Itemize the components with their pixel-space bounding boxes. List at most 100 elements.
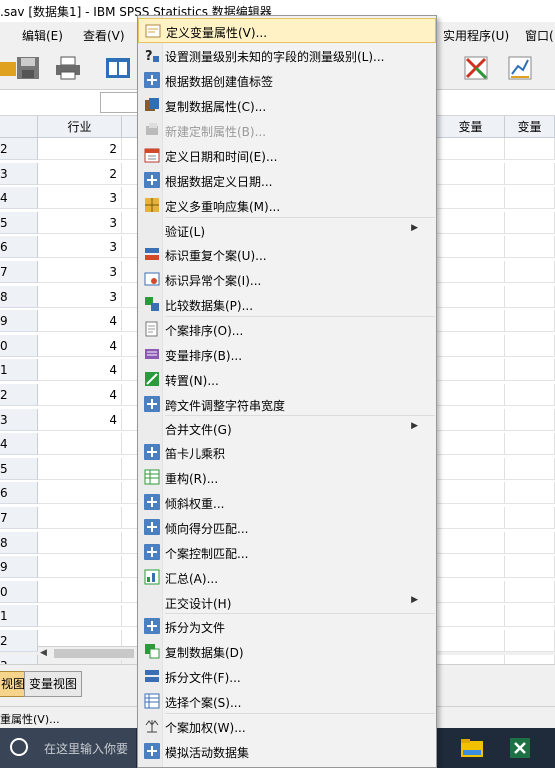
cell[interactable] bbox=[437, 482, 505, 505]
cell[interactable] bbox=[437, 507, 505, 529]
cell[interactable] bbox=[122, 433, 138, 456]
cell[interactable] bbox=[122, 384, 138, 406]
cell[interactable] bbox=[122, 335, 138, 357]
cell[interactable] bbox=[437, 334, 505, 357]
cell-editor-input[interactable] bbox=[100, 92, 140, 113]
cell-industry[interactable] bbox=[38, 507, 122, 529]
cell[interactable] bbox=[505, 359, 555, 382]
cell-industry[interactable]: 4 bbox=[38, 310, 122, 333]
cell-industry[interactable] bbox=[38, 433, 122, 456]
cell[interactable] bbox=[122, 507, 138, 529]
save-icon[interactable] bbox=[14, 54, 42, 82]
cell[interactable] bbox=[505, 507, 555, 529]
row-header[interactable]: 3 bbox=[0, 162, 38, 185]
menu-item[interactable]: 模拟活动数据集 bbox=[138, 739, 436, 764]
row-header[interactable]: 0 bbox=[0, 580, 38, 603]
menu-item[interactable]: 转置(N)... bbox=[138, 367, 436, 392]
cell-industry[interactable]: 4 bbox=[38, 408, 122, 431]
menu-item[interactable]: 选择个案(S)... bbox=[138, 689, 436, 714]
cell[interactable] bbox=[505, 433, 555, 456]
cell[interactable] bbox=[505, 531, 555, 554]
menu-item[interactable]: 正交设计(H) ▶ bbox=[138, 590, 436, 615]
tab-variable-view[interactable]: 变量视图 bbox=[24, 671, 83, 697]
row-header[interactable]: 0 bbox=[0, 334, 38, 357]
row-header[interactable]: 1 bbox=[0, 605, 38, 628]
cell[interactable] bbox=[122, 409, 138, 431]
row-header[interactable]: 4 bbox=[0, 433, 38, 456]
cell[interactable] bbox=[505, 162, 555, 185]
cell-industry[interactable] bbox=[38, 531, 122, 554]
menu-item[interactable]: 根据数据定义日期... bbox=[138, 168, 436, 193]
cell[interactable] bbox=[437, 384, 505, 406]
cell[interactable] bbox=[505, 384, 555, 406]
menu-item[interactable]: 拆分文件(F)... bbox=[138, 664, 436, 689]
column-header[interactable] bbox=[122, 116, 138, 138]
menu-item[interactable]: 变量排序(B)... bbox=[138, 342, 436, 367]
recall-dialog-icon[interactable] bbox=[104, 54, 132, 82]
cell-industry[interactable]: 4 bbox=[38, 384, 122, 406]
cell[interactable] bbox=[122, 138, 138, 160]
cell[interactable] bbox=[505, 285, 555, 308]
excel-icon[interactable] bbox=[508, 736, 532, 760]
cell[interactable] bbox=[505, 630, 555, 652]
cell[interactable] bbox=[122, 163, 138, 185]
cell[interactable] bbox=[505, 580, 555, 603]
cell-industry[interactable] bbox=[38, 457, 122, 480]
row-header[interactable]: 2 bbox=[0, 630, 38, 652]
cell[interactable] bbox=[505, 261, 555, 283]
cell[interactable] bbox=[505, 408, 555, 431]
print-icon[interactable] bbox=[54, 54, 82, 82]
row-header[interactable]: 2 bbox=[0, 384, 38, 406]
cell[interactable] bbox=[122, 212, 138, 234]
menu-item[interactable]: 标识异常个案(I)... bbox=[138, 267, 436, 292]
cell[interactable] bbox=[437, 236, 505, 259]
cell[interactable] bbox=[437, 408, 505, 431]
row-header[interactable]: 8 bbox=[0, 531, 38, 554]
cell[interactable] bbox=[437, 531, 505, 554]
cell[interactable] bbox=[122, 581, 138, 603]
scrollbar-thumb[interactable] bbox=[54, 649, 134, 658]
menu-view[interactable]: 查看(V) bbox=[83, 27, 125, 44]
row-header[interactable]: 9 bbox=[0, 310, 38, 333]
menu-item[interactable]: 拆分为文件 bbox=[138, 614, 436, 639]
cell[interactable] bbox=[505, 556, 555, 579]
row-header[interactable]: 7 bbox=[0, 261, 38, 283]
cell[interactable] bbox=[505, 236, 555, 259]
file-explorer-icon[interactable] bbox=[460, 736, 484, 760]
cell[interactable] bbox=[505, 138, 555, 160]
cell[interactable] bbox=[437, 605, 505, 628]
menu-item[interactable]: 验证(L) ▶ bbox=[138, 218, 436, 243]
menu-item[interactable]: 重构(R)... bbox=[138, 465, 436, 490]
chart-icon[interactable] bbox=[506, 54, 534, 82]
cell[interactable] bbox=[122, 236, 138, 259]
cell-industry[interactable] bbox=[38, 605, 122, 628]
menu-edit[interactable]: 编辑(E) bbox=[22, 27, 63, 44]
menu-item[interactable]: 倾斜权重... bbox=[138, 490, 436, 515]
cell-industry[interactable]: 3 bbox=[38, 285, 122, 308]
cell[interactable] bbox=[122, 482, 138, 505]
cell[interactable] bbox=[122, 310, 138, 333]
cell-industry[interactable]: 2 bbox=[38, 162, 122, 185]
menu-item[interactable]: 复制数据集(D) bbox=[138, 639, 436, 664]
cell-industry[interactable]: 3 bbox=[38, 261, 122, 283]
menu-item[interactable]: 定义变量属性(V)... bbox=[138, 18, 436, 43]
cell[interactable] bbox=[437, 457, 505, 480]
menu-item[interactable]: 根据数据创建值标签 bbox=[138, 68, 436, 93]
menu-item[interactable]: 跨文件调整字符串宽度 bbox=[138, 392, 436, 417]
cell[interactable] bbox=[437, 630, 505, 652]
cell[interactable] bbox=[505, 211, 555, 234]
row-header[interactable]: 5 bbox=[0, 211, 38, 234]
cell-industry[interactable]: 3 bbox=[38, 187, 122, 210]
menu-item[interactable]: 合并文件(G) ▶ bbox=[138, 416, 436, 441]
menu-item[interactable]: 倾向得分匹配... bbox=[138, 515, 436, 540]
cell-industry[interactable] bbox=[38, 482, 122, 505]
cell-industry[interactable]: 4 bbox=[38, 359, 122, 382]
menu-window[interactable]: 窗口( bbox=[525, 27, 554, 44]
row-header[interactable]: 4 bbox=[0, 187, 38, 210]
cell[interactable] bbox=[122, 532, 138, 554]
scroll-left-icon[interactable]: ◀ bbox=[40, 648, 52, 660]
cell[interactable] bbox=[505, 310, 555, 333]
cell-industry[interactable] bbox=[38, 580, 122, 603]
cell[interactable] bbox=[122, 286, 138, 308]
cell[interactable] bbox=[505, 457, 555, 480]
